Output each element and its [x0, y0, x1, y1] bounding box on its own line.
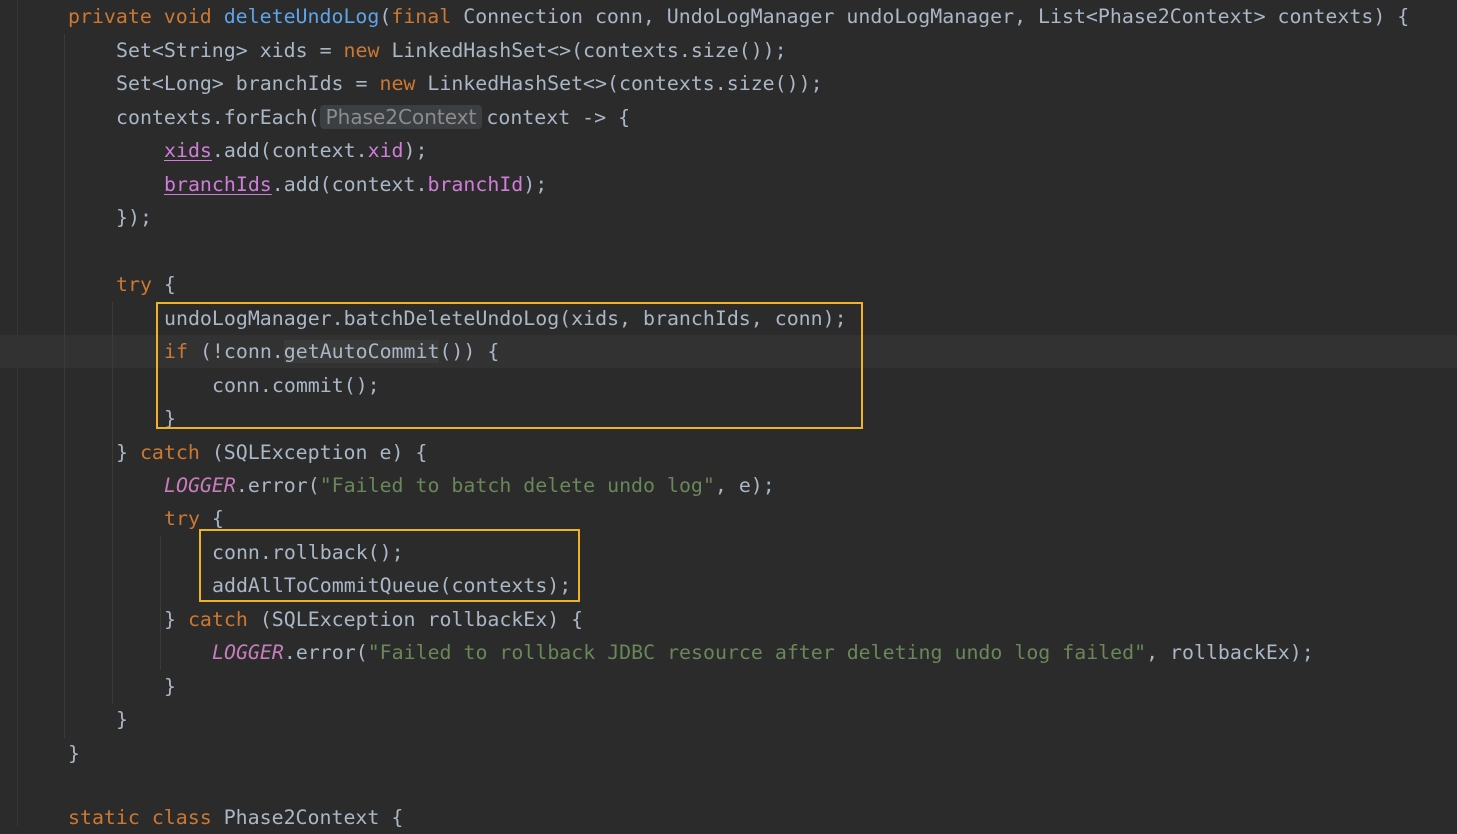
code-token: catch: [187, 608, 260, 631]
code-token: xids: [164, 139, 212, 162]
code-token: }: [164, 608, 188, 631]
code-token: try: [116, 273, 164, 296]
code-token: "Failed to rollback JDBC resource after …: [367, 641, 1147, 664]
code-token: LOGGER: [164, 474, 236, 497]
code-token: );: [523, 173, 548, 196]
code-line-20: LOGGER.error("Failed to rollback JDBC re…: [212, 636, 1314, 669]
code-line-1: private void deleteUndoLog(final Connect…: [68, 0, 1409, 33]
code-token: .error(: [235, 474, 320, 497]
highlight-box-rollback-block: [199, 529, 580, 602]
code-token: catch: [139, 441, 212, 464]
code-line-9: try {: [116, 268, 176, 301]
code-token: Set<Long> branchIds =: [116, 72, 380, 95]
code-line-7: });: [116, 201, 152, 234]
code-line-19: } catch (SQLException rollbackEx) {: [164, 603, 583, 636]
code-line-23: }: [68, 737, 80, 770]
code-token: new: [343, 39, 392, 62]
code-token: {: [211, 507, 224, 530]
highlight-box-try-block: [156, 302, 863, 429]
code-token: }: [116, 708, 128, 731]
code-token: LOGGER: [212, 641, 284, 664]
code-line-21: }: [164, 670, 176, 703]
code-token: .add(context.: [211, 139, 368, 162]
indent-guide: [112, 302, 113, 704]
code-token: .error(: [283, 641, 368, 664]
code-token: (: [379, 5, 392, 28]
code-token: }: [164, 675, 176, 698]
code-line-6: branchIds.add(context.branchId);: [164, 168, 547, 201]
code-token: }: [68, 742, 80, 765]
code-line-5: xids.add(context.xid);: [164, 134, 427, 167]
code-token: , e);: [714, 474, 775, 497]
code-token: xid: [367, 139, 404, 162]
code-token: contexts.forEach(: [116, 106, 320, 129]
code-line-14: } catch (SQLException e) {: [116, 436, 427, 469]
code-line-25: static class Phase2Context {: [68, 801, 403, 834]
code-line-3: Set<Long> branchIds = new LinkedHashSet<…: [116, 67, 823, 100]
code-line-22: }: [116, 703, 128, 736]
code-line-15: LOGGER.error("Failed to batch delete und…: [164, 469, 775, 502]
code-token: context -> {: [486, 106, 631, 129]
code-token: LinkedHashSet<>(contexts.size());: [391, 39, 787, 62]
indent-guide: [64, 34, 65, 738]
code-token: try: [164, 507, 212, 530]
code-token: deleteUndoLog: [223, 5, 380, 28]
code-token: );: [403, 139, 428, 162]
code-token: Set<String> xids =: [116, 39, 344, 62]
code-line-2: Set<String> xids = new LinkedHashSet<>(c…: [116, 34, 787, 67]
code-token: new: [379, 72, 428, 95]
indent-guide: [160, 536, 161, 670]
code-token: branchId: [427, 173, 524, 196]
code-line-4: contexts.forEach(Phase2Context context ->…: [116, 101, 630, 134]
parameter-type-hint: Phase2Context: [319, 105, 483, 129]
code-token: LinkedHashSet<>(contexts.size());: [427, 72, 823, 95]
code-token: (SQLException rollbackEx) {: [259, 608, 584, 631]
code-token: private void: [68, 5, 224, 28]
code-token: branchIds: [164, 173, 272, 196]
code-token: , rollbackEx);: [1146, 641, 1314, 664]
code-token: "Failed to batch delete undo log": [319, 474, 715, 497]
code-token: });: [116, 206, 152, 229]
code-token: (SQLException e) {: [211, 441, 428, 464]
code-editor[interactable]: private void deleteUndoLog(final Connect…: [0, 0, 1457, 829]
gutter-divider: [17, 0, 18, 826]
code-token: {: [163, 273, 176, 296]
code-token: final: [391, 5, 464, 28]
code-token: Connection conn, UndoLogManager undoLogM…: [463, 5, 1410, 28]
code-token: .add(context.: [271, 173, 428, 196]
code-token: }: [116, 441, 140, 464]
